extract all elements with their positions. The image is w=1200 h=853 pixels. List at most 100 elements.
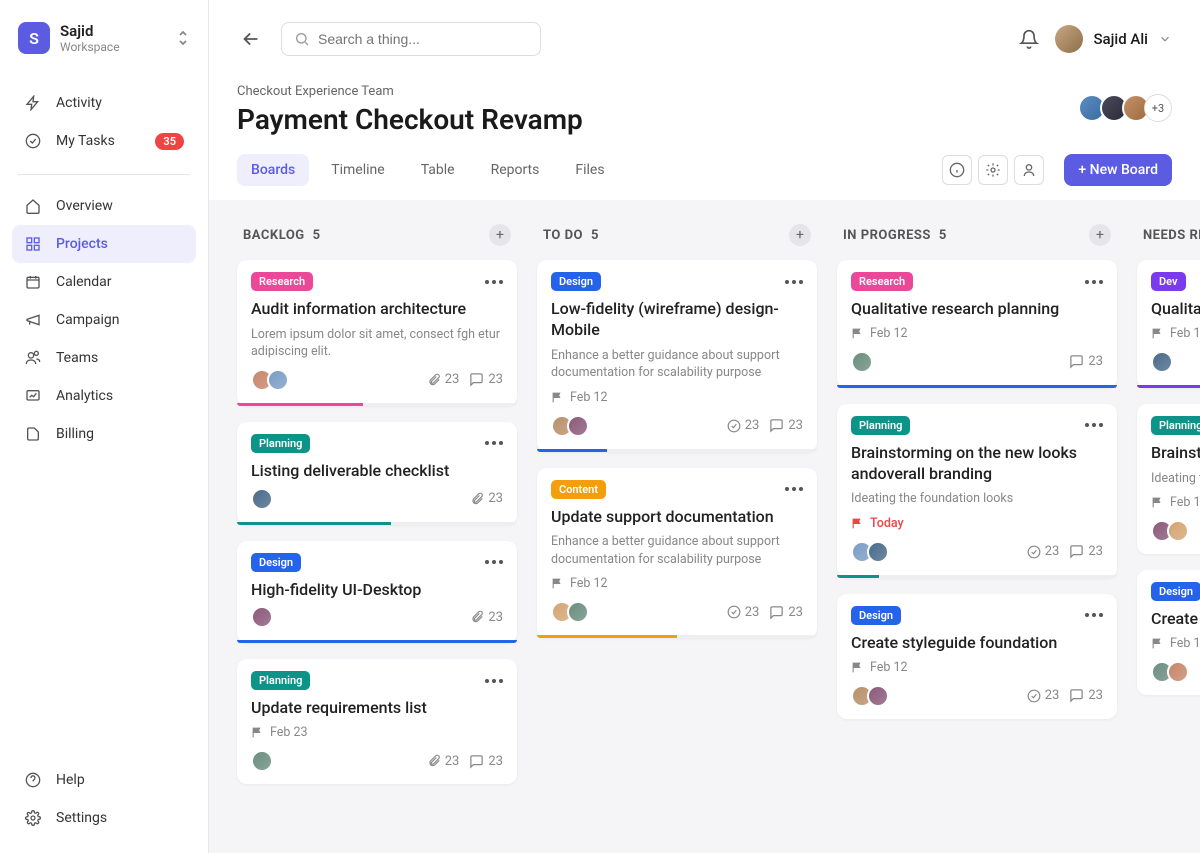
avatar-overflow[interactable]: +3 xyxy=(1144,94,1172,122)
comment-count: 23 xyxy=(769,418,803,433)
back-button[interactable] xyxy=(237,25,265,53)
card-assignees[interactable] xyxy=(251,606,273,628)
board-column: IN PROGRESS 5 + Research Qualitative res… xyxy=(837,224,1117,829)
member-button[interactable] xyxy=(1014,155,1044,185)
project-members[interactable]: +3 xyxy=(1078,94,1172,122)
comment-count: 23 xyxy=(1069,688,1103,703)
column-title: NEEDS REVIEW xyxy=(1143,228,1200,243)
task-card[interactable]: Design Low-fidelity (wireframe) design- … xyxy=(537,260,817,452)
card-assignees[interactable] xyxy=(551,601,589,623)
team-name: Checkout Experience Team xyxy=(237,84,1078,99)
nav-overview[interactable]: Overview xyxy=(12,187,196,225)
card-description: Enhance a better guidance about support … xyxy=(551,533,803,568)
column-title: TO DO xyxy=(543,228,583,243)
card-menu-button[interactable] xyxy=(1085,423,1103,427)
bolt-icon xyxy=(24,94,42,112)
file-icon xyxy=(24,425,42,443)
nav-projects[interactable]: Projects xyxy=(12,225,196,263)
search-box[interactable] xyxy=(281,22,541,56)
card-tag: Content xyxy=(551,480,606,499)
task-card[interactable]: Design Create styleguide Feb 12 xyxy=(1137,570,1200,695)
avatar xyxy=(867,685,889,707)
attachment-count: 23 xyxy=(427,754,460,769)
card-tag: Planning xyxy=(851,416,910,435)
add-card-button[interactable]: + xyxy=(789,224,811,246)
attachment-count: 23 xyxy=(427,372,460,387)
card-tag: Design xyxy=(1151,582,1200,601)
workspace-subtitle: Workspace xyxy=(60,40,166,54)
nav-mytasks[interactable]: My Tasks 35 xyxy=(12,122,196,160)
card-assignees[interactable] xyxy=(851,351,873,373)
task-card[interactable]: Dev Qualitative Feb 12 xyxy=(1137,260,1200,388)
add-card-button[interactable]: + xyxy=(1089,224,1111,246)
card-menu-button[interactable] xyxy=(785,280,803,284)
nav-help[interactable]: Help xyxy=(12,761,196,799)
card-assignees[interactable] xyxy=(851,685,889,707)
info-button[interactable] xyxy=(942,155,972,185)
nav-calendar[interactable]: Calendar xyxy=(12,263,196,301)
card-title: Update requirements list xyxy=(251,698,503,719)
nav-teams[interactable]: Teams xyxy=(12,339,196,377)
tab-boards[interactable]: Boards xyxy=(237,154,309,186)
nav-activity[interactable]: Activity xyxy=(12,84,196,122)
card-progress xyxy=(537,449,817,452)
tab-table[interactable]: Table xyxy=(407,154,469,186)
task-card[interactable]: Research Audit information architecture … xyxy=(237,260,517,406)
card-assignees[interactable] xyxy=(851,541,889,563)
task-card[interactable]: Design High-fidelity UI-Desktop 23 xyxy=(237,541,517,644)
nav-billing[interactable]: Billing xyxy=(12,415,196,453)
card-menu-button[interactable] xyxy=(1085,280,1103,284)
search-input[interactable] xyxy=(318,31,528,47)
nav-label: Billing xyxy=(56,426,94,442)
card-assignees[interactable] xyxy=(1151,351,1173,373)
card-tag: Planning xyxy=(251,434,310,453)
tab-files[interactable]: Files xyxy=(561,154,618,186)
settings-button[interactable] xyxy=(978,155,1008,185)
card-menu-button[interactable] xyxy=(785,487,803,491)
task-card[interactable]: Design Create styleguide foundation Feb … xyxy=(837,594,1117,719)
card-menu-button[interactable] xyxy=(485,679,503,683)
card-date: Feb 12 xyxy=(551,390,803,405)
workspace-switcher[interactable]: S Sajid Workspace xyxy=(12,16,196,60)
megaphone-icon xyxy=(24,311,42,329)
tab-timeline[interactable]: Timeline xyxy=(317,154,398,186)
topbar: Sajid Ali xyxy=(209,0,1200,66)
notifications-button[interactable] xyxy=(1019,29,1039,49)
new-board-button[interactable]: + New Board xyxy=(1064,154,1172,186)
card-title: Qualitative research planning xyxy=(851,299,1103,320)
avatar xyxy=(267,369,289,391)
avatar xyxy=(851,351,873,373)
card-progress xyxy=(537,635,817,638)
add-card-button[interactable]: + xyxy=(489,224,511,246)
tab-reports[interactable]: Reports xyxy=(477,154,554,186)
card-menu-button[interactable] xyxy=(485,560,503,564)
nav-campaign[interactable]: Campaign xyxy=(12,301,196,339)
task-card[interactable]: Planning Update requirements list Feb 23… xyxy=(237,659,517,784)
task-card[interactable]: Research Qualitative research planning F… xyxy=(837,260,1117,388)
nav-label: Activity xyxy=(56,95,102,111)
user-menu[interactable]: Sajid Ali xyxy=(1055,25,1172,53)
task-card[interactable]: Content Update support documentation Enh… xyxy=(537,468,817,639)
card-menu-button[interactable] xyxy=(485,280,503,284)
card-tag: Research xyxy=(851,272,913,291)
card-assignees[interactable] xyxy=(251,750,273,772)
card-assignees[interactable] xyxy=(551,415,589,437)
view-tabs-row: Boards Timeline Table Reports Files + Ne… xyxy=(209,136,1200,200)
card-menu-button[interactable] xyxy=(1085,613,1103,617)
check-circle-icon xyxy=(24,132,42,150)
card-assignees[interactable] xyxy=(1151,520,1189,542)
card-progress xyxy=(237,522,517,525)
chevron-updown-icon xyxy=(176,29,190,47)
card-date: Feb 12 xyxy=(1151,326,1200,341)
task-card[interactable]: Planning Brainstorming on the new looks … xyxy=(837,404,1117,578)
avatar xyxy=(1167,661,1189,683)
nav-settings[interactable]: Settings xyxy=(12,799,196,837)
avatar xyxy=(251,606,273,628)
nav-analytics[interactable]: Analytics xyxy=(12,377,196,415)
card-menu-button[interactable] xyxy=(485,441,503,445)
card-assignees[interactable] xyxy=(251,488,273,510)
card-assignees[interactable] xyxy=(1151,661,1189,683)
task-card[interactable]: Planning Listing deliverable checklist 2… xyxy=(237,422,517,525)
task-card[interactable]: Planning Brainstorming andoverall Ideati… xyxy=(1137,404,1200,554)
card-assignees[interactable] xyxy=(251,369,289,391)
